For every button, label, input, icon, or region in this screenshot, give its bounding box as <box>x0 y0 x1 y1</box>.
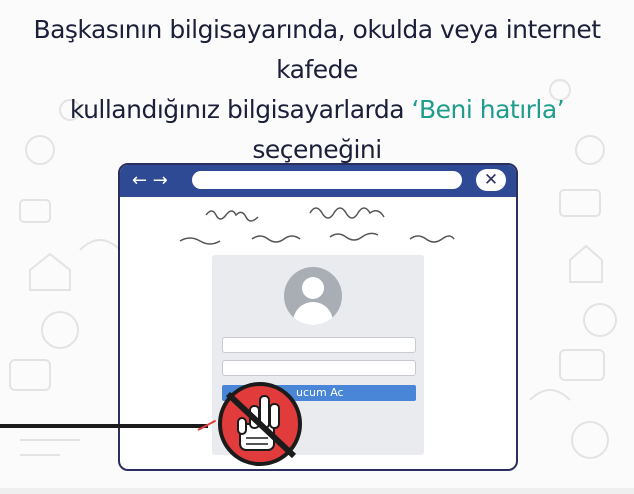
browser-toolbar: ← → ✕ <box>120 165 516 197</box>
headline-line1: Başkasının bilgisayarında, okulda veya i… <box>33 15 601 84</box>
nav-arrows-icon[interactable]: ← → <box>132 171 168 191</box>
username-field[interactable] <box>222 337 416 353</box>
headline-line2: kullandığınız bilgisayarlarda ‘Beni hatı… <box>8 90 626 170</box>
close-icon[interactable]: ✕ <box>476 169 506 191</box>
pointer-line <box>0 424 208 428</box>
headline-line2-end: seçeneğini <box>252 135 382 164</box>
bottom-strip <box>0 488 634 494</box>
password-field[interactable] <box>222 360 416 376</box>
address-bar[interactable] <box>192 171 462 189</box>
avatar-icon <box>284 267 342 325</box>
headline-line2-start: kullandığınız bilgisayarlarda <box>69 95 412 124</box>
remember-me-highlight: ‘Beni hatırla’ <box>411 95 565 124</box>
placeholder-scribbles <box>179 207 455 245</box>
no-touch-hand-icon <box>218 382 302 466</box>
